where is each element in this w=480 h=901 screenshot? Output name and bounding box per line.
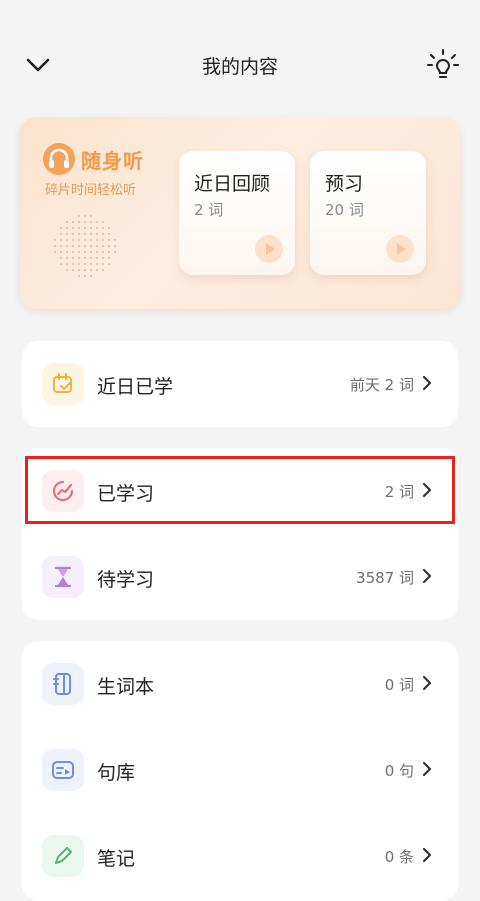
list-item-pending[interactable]: 待学习 3587 词 [22,534,458,620]
list-item-sentence-library[interactable]: 句库 0 句 [22,727,458,813]
headphones-icon [43,143,75,175]
row-label: 笔记 [97,848,136,870]
preview-title: 预习 [325,173,364,195]
lightbulb-icon [427,49,459,78]
page-title: 我的内容 [201,56,278,78]
tip-button[interactable] [426,48,460,82]
collection-group: 生词本 0 词 句库 0 句 笔记 0 条 [22,641,458,901]
row-label: 待学习 [97,569,155,591]
pen-icon [42,835,84,877]
chevron-right-icon [422,568,432,584]
top-bar: 我的内容 [0,0,480,128]
play-icon[interactable] [386,235,414,263]
row-value: 0 句 [384,762,414,780]
recent-review-count: 2 词 [194,201,224,219]
list-item-vocabulary-book[interactable]: 生词本 0 词 [22,641,458,727]
chevron-right-icon [422,847,432,863]
row-value: 3587 词 [356,569,414,587]
row-label: 生词本 [97,676,155,698]
chevron-right-icon [422,375,432,391]
row-label: 句库 [97,762,136,784]
notebook-icon [42,663,84,705]
list-item-notes[interactable]: 笔记 0 条 [22,813,458,899]
brand-slogan: 碎片时间轻松听 [45,183,137,198]
highlight-annotation [25,456,455,524]
dot-sphere-decoration [53,214,117,278]
preview-count: 20 词 [325,201,364,219]
chevron-right-icon [422,675,432,691]
recent-group: 近日已学 前天 2 词 [22,341,458,427]
video-card-icon [42,749,84,791]
audio-listen-card[interactable]: 随身听 碎片时间轻松听 近日回顾 2 词 预习 20 词 [19,117,461,309]
recent-review-title: 近日回顾 [194,173,271,195]
row-value: 0 词 [384,676,414,694]
calendar-check-icon [42,363,84,405]
recent-review-card[interactable]: 近日回顾 2 词 [179,151,295,275]
list-item-recent-learned[interactable]: 近日已学 前天 2 词 [22,341,458,427]
brand-name: 随身听 [81,149,144,173]
hourglass-icon [42,556,84,598]
play-icon[interactable] [255,235,283,263]
brand-block: 随身听 碎片时间轻松听 [43,143,173,223]
row-label: 近日已学 [97,376,174,398]
row-value: 0 条 [384,848,414,866]
preview-card[interactable]: 预习 20 词 [310,151,426,275]
row-value: 前天 2 词 [349,376,414,394]
chevron-right-icon [422,761,432,777]
